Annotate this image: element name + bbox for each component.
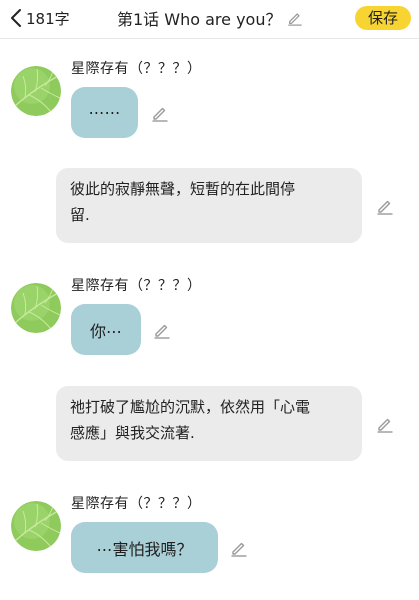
avatar[interactable] [11, 283, 61, 333]
narration-bubble[interactable]: 彼此的寂靜無聲，短暫的在此間停 留. [56, 168, 362, 243]
leaf-avatar-icon [11, 283, 61, 333]
back-button[interactable]: 181字 [10, 7, 70, 29]
narration-bubble[interactable]: 祂打破了尷尬的沉默，依然用「心電 感應」與我交流著. [56, 386, 362, 461]
character-count: 181字 [26, 9, 70, 28]
back-chevron-icon [11, 9, 21, 27]
character-dialogue-bubble[interactable]: 你⋯ [71, 304, 141, 355]
pencil-icon [152, 107, 168, 122]
character-dialogue-bubble[interactable]: ⋯⋯ [71, 87, 138, 138]
speaker-name: 星際存有（？？？） [71, 496, 202, 512]
edit-message-button[interactable] [230, 539, 248, 557]
leaf-avatar-icon [11, 501, 61, 551]
speaker-name: 星際存有（？？？） [71, 61, 202, 77]
character-dialogue-bubble[interactable]: ⋯害怕我嗎？ [71, 522, 218, 573]
pencil-icon [377, 418, 393, 433]
edit-message-button[interactable] [153, 321, 171, 339]
top-bar: 181字 第1话 Who are you？ 保存 [0, 0, 419, 39]
speaker-name: 星際存有（？？？） [71, 278, 202, 294]
edit-message-button[interactable] [376, 415, 394, 433]
pencil-icon [288, 13, 303, 26]
leaf-avatar-icon [11, 66, 61, 116]
edit-message-button[interactable] [151, 104, 169, 122]
pencil-icon [154, 324, 170, 339]
avatar[interactable] [11, 501, 61, 551]
edit-message-button[interactable] [376, 197, 394, 215]
save-button[interactable]: 保存 [355, 6, 411, 30]
pencil-icon [377, 200, 393, 215]
edit-title-button[interactable] [287, 10, 303, 26]
chapter-title[interactable]: 第1话 Who are you？ [117, 6, 281, 30]
chapter-title-area: 第1话 Who are you？ [117, 7, 303, 29]
pencil-icon [231, 542, 247, 557]
avatar[interactable] [11, 66, 61, 116]
